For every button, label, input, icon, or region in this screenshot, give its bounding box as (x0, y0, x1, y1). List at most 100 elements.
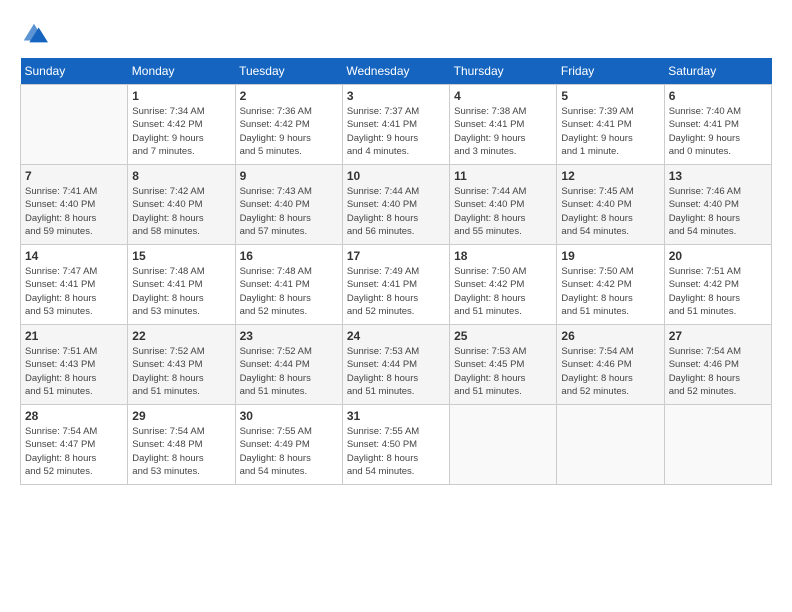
day-info: Sunrise: 7:55 AM Sunset: 4:50 PM Dayligh… (347, 425, 445, 478)
calendar-cell (664, 405, 771, 485)
day-number: 23 (240, 329, 338, 343)
calendar-cell: 30 Sunrise: 7:55 AM Sunset: 4:49 PM Dayli… (235, 405, 342, 485)
day-info: Sunrise: 7:52 AM Sunset: 4:43 PM Dayligh… (132, 345, 230, 398)
day-info: Sunrise: 7:52 AM Sunset: 4:44 PM Dayligh… (240, 345, 338, 398)
calendar-cell: 5 Sunrise: 7:39 AM Sunset: 4:41 PM Daylig… (557, 85, 664, 165)
weekday-header-friday: Friday (557, 58, 664, 85)
logo (20, 20, 52, 48)
calendar-cell: 3 Sunrise: 7:37 AM Sunset: 4:41 PM Daylig… (342, 85, 449, 165)
day-number: 7 (25, 169, 123, 183)
day-number: 13 (669, 169, 767, 183)
day-info: Sunrise: 7:54 AM Sunset: 4:46 PM Dayligh… (561, 345, 659, 398)
day-number: 22 (132, 329, 230, 343)
calendar-cell: 21Sunrise: 7:51 AM Sunset: 4:43 PM Dayli… (21, 325, 128, 405)
day-number: 24 (347, 329, 445, 343)
calendar-week-2: 7Sunrise: 7:41 AM Sunset: 4:40 PM Daylig… (21, 165, 772, 245)
day-number: 1 (132, 89, 230, 103)
calendar-cell: 4Sunrise: 7:38 AM Sunset: 4:41 PM Daylig… (450, 85, 557, 165)
day-info: Sunrise: 7:54 AM Sunset: 4:48 PM Dayligh… (132, 425, 230, 478)
day-number: 2 (240, 89, 338, 103)
weekday-header-tuesday: Tuesday (235, 58, 342, 85)
day-info: Sunrise: 7:51 AM Sunset: 4:42 PM Dayligh… (669, 265, 767, 318)
calendar-cell: 27Sunrise: 7:54 AM Sunset: 4:46 PM Dayli… (664, 325, 771, 405)
calendar-cell: 10 Sunrise: 7:44 AM Sunset: 4:40 PM Dayli… (342, 165, 449, 245)
day-info: Sunrise: 7:40 AM Sunset: 4:41 PM Dayligh… (669, 105, 767, 158)
calendar-table: SundayMondayTuesdayWednesdayThursdayFrid… (20, 58, 772, 485)
day-info: Sunrise: 7:42 AM Sunset: 4:40 PM Dayligh… (132, 185, 230, 238)
day-number: 29 (132, 409, 230, 423)
day-info: Sunrise: 7:51 AM Sunset: 4:43 PM Dayligh… (25, 345, 123, 398)
calendar-week-3: 14 Sunrise: 7:47 AM Sunset: 4:41 PM Dayli… (21, 245, 772, 325)
day-number: 16 (240, 249, 338, 263)
day-number: 11 (454, 169, 552, 183)
weekday-header-sunday: Sunday (21, 58, 128, 85)
day-number: 19 (561, 249, 659, 263)
day-number: 3 (347, 89, 445, 103)
day-info: Sunrise: 7:53 AM Sunset: 4:44 PM Dayligh… (347, 345, 445, 398)
calendar-cell: 28 Sunrise: 7:54 AM Sunset: 4:47 PM Dayli… (21, 405, 128, 485)
calendar-cell: 23 Sunrise: 7:52 AM Sunset: 4:44 PM Dayli… (235, 325, 342, 405)
day-number: 5 (561, 89, 659, 103)
calendar-cell: 9 Sunrise: 7:43 AM Sunset: 4:40 PM Daylig… (235, 165, 342, 245)
calendar-cell: 16 Sunrise: 7:48 AM Sunset: 4:41 PM Dayli… (235, 245, 342, 325)
day-number: 15 (132, 249, 230, 263)
day-info: Sunrise: 7:47 AM Sunset: 4:41 PM Dayligh… (25, 265, 123, 318)
day-info: Sunrise: 7:39 AM Sunset: 4:41 PM Dayligh… (561, 105, 659, 158)
calendar-cell: 12Sunrise: 7:45 AM Sunset: 4:40 PM Dayli… (557, 165, 664, 245)
calendar-cell: 19 Sunrise: 7:50 AM Sunset: 4:42 PM Dayli… (557, 245, 664, 325)
day-number: 31 (347, 409, 445, 423)
calendar-cell: 11 Sunrise: 7:44 AM Sunset: 4:40 PM Dayli… (450, 165, 557, 245)
calendar-cell: 24 Sunrise: 7:53 AM Sunset: 4:44 PM Dayli… (342, 325, 449, 405)
calendar-cell (450, 405, 557, 485)
calendar-cell: 20 Sunrise: 7:51 AM Sunset: 4:42 PM Dayli… (664, 245, 771, 325)
day-number: 6 (669, 89, 767, 103)
day-number: 20 (669, 249, 767, 263)
day-number: 28 (25, 409, 123, 423)
day-number: 18 (454, 249, 552, 263)
day-info: Sunrise: 7:54 AM Sunset: 4:46 PM Dayligh… (669, 345, 767, 398)
calendar-cell: 15 Sunrise: 7:48 AM Sunset: 4:41 PM Dayli… (128, 245, 235, 325)
day-info: Sunrise: 7:46 AM Sunset: 4:40 PM Dayligh… (669, 185, 767, 238)
calendar-cell: 22 Sunrise: 7:52 AM Sunset: 4:43 PM Dayli… (128, 325, 235, 405)
day-number: 14 (25, 249, 123, 263)
day-info: Sunrise: 7:55 AM Sunset: 4:49 PM Dayligh… (240, 425, 338, 478)
day-info: Sunrise: 7:34 AM Sunset: 4:42 PM Dayligh… (132, 105, 230, 158)
weekday-header-thursday: Thursday (450, 58, 557, 85)
day-info: Sunrise: 7:44 AM Sunset: 4:40 PM Dayligh… (454, 185, 552, 238)
day-info: Sunrise: 7:37 AM Sunset: 4:41 PM Dayligh… (347, 105, 445, 158)
calendar-cell: 2 Sunrise: 7:36 AM Sunset: 4:42 PM Daylig… (235, 85, 342, 165)
calendar-cell: 17 Sunrise: 7:49 AM Sunset: 4:41 PM Dayli… (342, 245, 449, 325)
day-info: Sunrise: 7:48 AM Sunset: 4:41 PM Dayligh… (240, 265, 338, 318)
calendar-cell: 13 Sunrise: 7:46 AM Sunset: 4:40 PM Dayli… (664, 165, 771, 245)
day-number: 12 (561, 169, 659, 183)
calendar-cell: 31 Sunrise: 7:55 AM Sunset: 4:50 PM Dayli… (342, 405, 449, 485)
day-info: Sunrise: 7:54 AM Sunset: 4:47 PM Dayligh… (25, 425, 123, 478)
day-number: 26 (561, 329, 659, 343)
day-info: Sunrise: 7:38 AM Sunset: 4:41 PM Dayligh… (454, 105, 552, 158)
weekday-header-wednesday: Wednesday (342, 58, 449, 85)
day-number: 10 (347, 169, 445, 183)
weekday-header-monday: Monday (128, 58, 235, 85)
day-info: Sunrise: 7:49 AM Sunset: 4:41 PM Dayligh… (347, 265, 445, 318)
day-number: 17 (347, 249, 445, 263)
weekday-header-saturday: Saturday (664, 58, 771, 85)
day-number: 9 (240, 169, 338, 183)
day-number: 25 (454, 329, 552, 343)
day-info: Sunrise: 7:43 AM Sunset: 4:40 PM Dayligh… (240, 185, 338, 238)
day-info: Sunrise: 7:48 AM Sunset: 4:41 PM Dayligh… (132, 265, 230, 318)
day-info: Sunrise: 7:36 AM Sunset: 4:42 PM Dayligh… (240, 105, 338, 158)
calendar-cell: 6 Sunrise: 7:40 AM Sunset: 4:41 PM Daylig… (664, 85, 771, 165)
day-info: Sunrise: 7:50 AM Sunset: 4:42 PM Dayligh… (561, 265, 659, 318)
day-info: Sunrise: 7:53 AM Sunset: 4:45 PM Dayligh… (454, 345, 552, 398)
calendar-cell: 1 Sunrise: 7:34 AM Sunset: 4:42 PM Daylig… (128, 85, 235, 165)
calendar-cell (557, 405, 664, 485)
calendar-week-4: 21Sunrise: 7:51 AM Sunset: 4:43 PM Dayli… (21, 325, 772, 405)
day-number: 30 (240, 409, 338, 423)
calendar-cell: 29 Sunrise: 7:54 AM Sunset: 4:48 PM Dayli… (128, 405, 235, 485)
calendar-cell (21, 85, 128, 165)
calendar-cell: 18Sunrise: 7:50 AM Sunset: 4:42 PM Dayli… (450, 245, 557, 325)
logo-icon (20, 20, 48, 48)
day-number: 8 (132, 169, 230, 183)
day-info: Sunrise: 7:44 AM Sunset: 4:40 PM Dayligh… (347, 185, 445, 238)
calendar-week-5: 28 Sunrise: 7:54 AM Sunset: 4:47 PM Dayli… (21, 405, 772, 485)
